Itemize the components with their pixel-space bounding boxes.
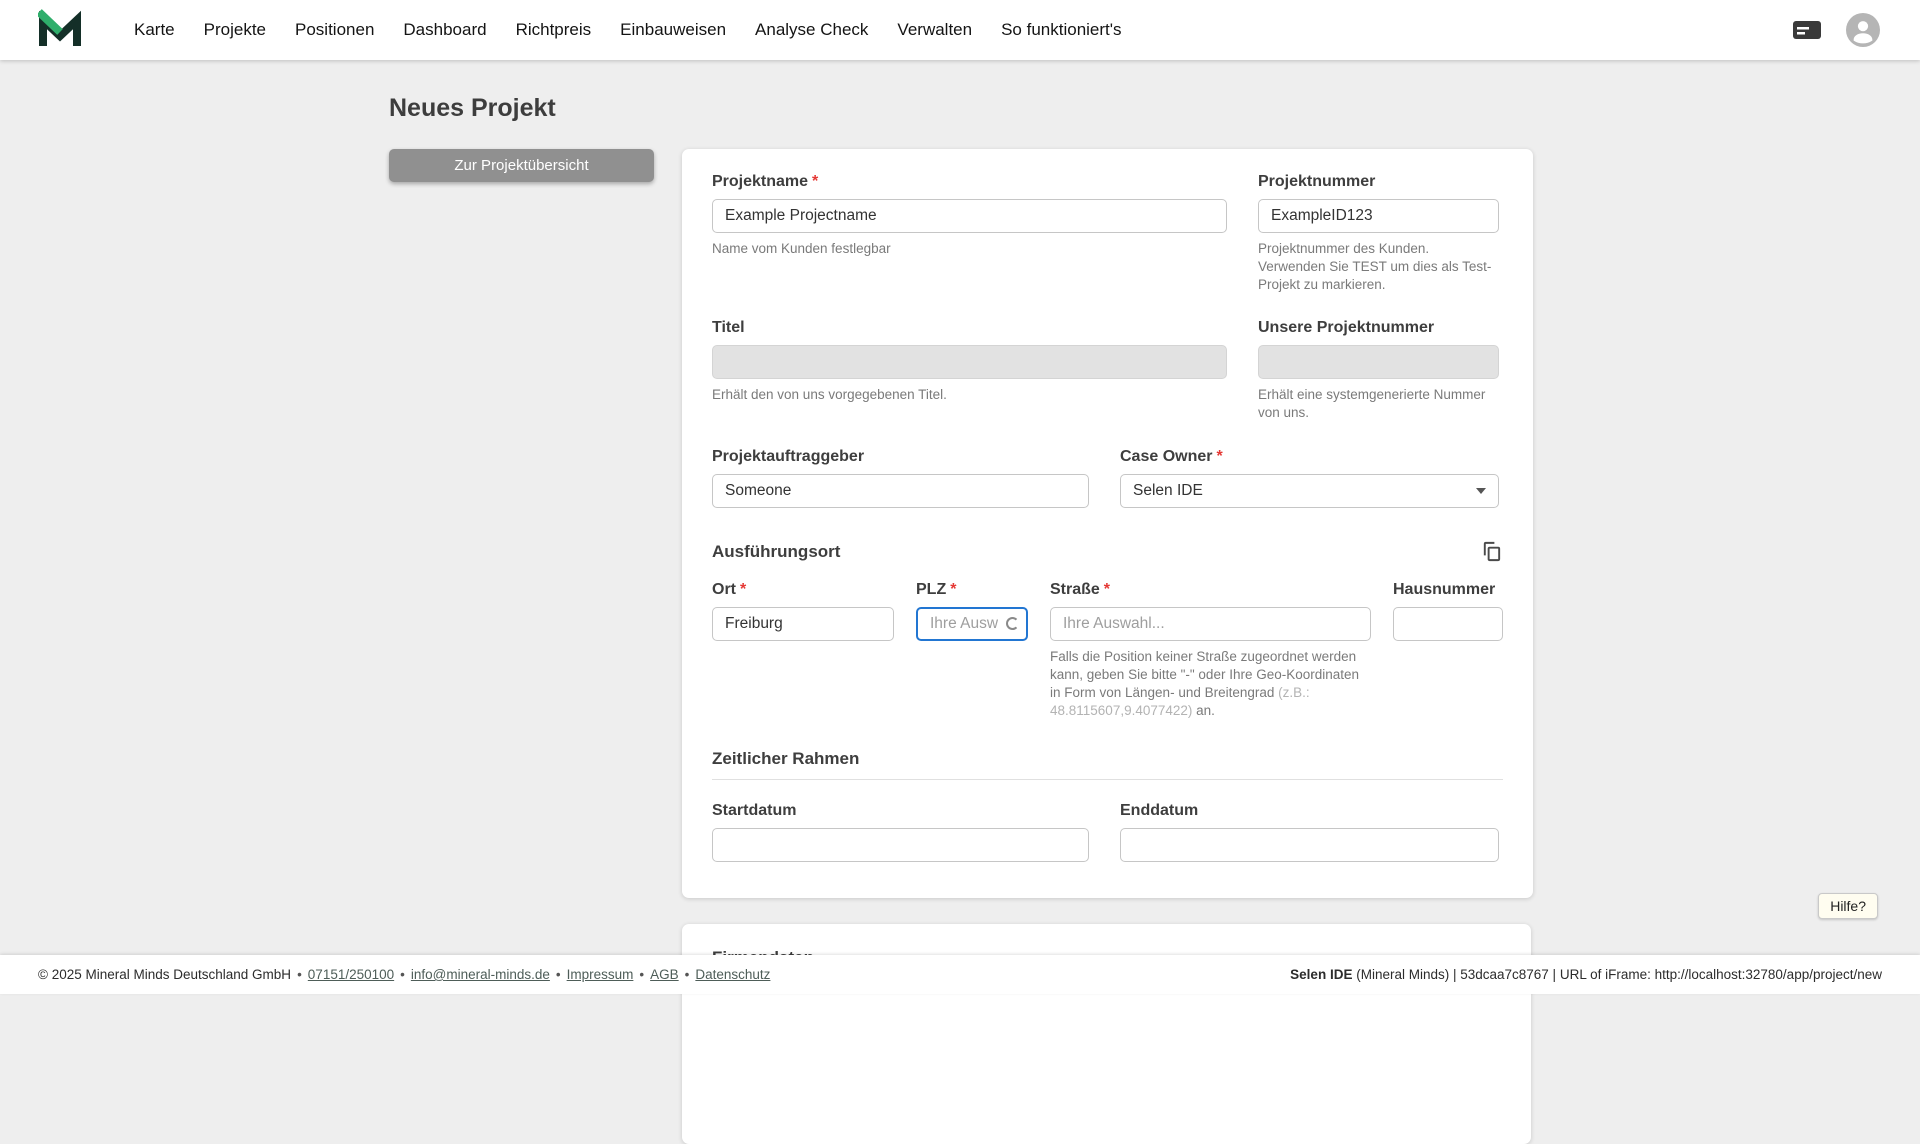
required-asterisk: * <box>950 581 956 598</box>
copyright-text: © 2025 Mineral Minds Deutschland GmbH <box>38 967 291 982</box>
unsere-projektnummer-input <box>1258 345 1499 379</box>
titel-input <box>712 345 1227 379</box>
chevron-down-icon <box>1476 488 1486 494</box>
nav-item-analyse-check[interactable]: Analyse Check <box>755 20 868 40</box>
footer-session-info: Selen IDE (Mineral Minds) | 53dcaa7c8767… <box>1290 967 1882 982</box>
hausnummer-input[interactable] <box>1393 607 1503 641</box>
enddatum-label: Enddatum <box>1120 802 1499 820</box>
strasse-label: Straße* <box>1050 581 1371 599</box>
nav-item-dashboard[interactable]: Dashboard <box>403 20 486 40</box>
case-owner-label: Case Owner* <box>1120 448 1499 466</box>
field-strasse: Straße* Falls die Position keiner Straße… <box>1050 581 1371 719</box>
unsere-projektnummer-label: Unsere Projektnummer <box>1258 319 1499 337</box>
projektname-label: Projektname* <box>712 173 1227 191</box>
nav-right-icons <box>1792 13 1880 47</box>
footer-link-impressum[interactable]: Impressum <box>567 967 634 982</box>
back-to-projects-button[interactable]: Zur Projektübersicht <box>389 149 654 182</box>
hausnummer-label: Hausnummer <box>1393 581 1503 599</box>
user-avatar[interactable] <box>1846 13 1880 47</box>
field-plz: PLZ* <box>916 581 1028 719</box>
brand-logo[interactable] <box>38 8 82 53</box>
field-ort: Ort* <box>712 581 894 719</box>
titel-label: Titel <box>712 319 1227 337</box>
case-owner-value: Selen IDE <box>1133 482 1203 500</box>
footer-link-datenschutz[interactable]: Datenschutz <box>695 967 770 982</box>
nav-item-projekte[interactable]: Projekte <box>204 20 266 40</box>
enddatum-input[interactable] <box>1120 828 1499 862</box>
nav-item-richtpreis[interactable]: Richtpreis <box>516 20 592 40</box>
top-navigation: Karte Projekte Positionen Dashboard Rich… <box>0 0 1920 60</box>
field-startdatum: Startdatum <box>712 802 1089 862</box>
field-case-owner: Case Owner* Selen IDE <box>1120 448 1499 508</box>
titel-helper: Erhält den von uns vorgegebenen Titel. <box>712 386 1227 404</box>
projektname-input[interactable] <box>712 199 1227 233</box>
required-asterisk: * <box>740 581 746 598</box>
copy-icon[interactable] <box>1480 540 1503 563</box>
ausfuehrungsort-heading: Ausführungsort <box>712 542 840 562</box>
mineral-minds-logo-icon <box>38 8 82 53</box>
plz-label: PLZ* <box>916 581 1028 599</box>
strasse-helper: Falls die Position keiner Straße zugeord… <box>1050 648 1371 719</box>
footer-link-phone[interactable]: 07151/250100 <box>308 967 394 982</box>
strasse-input[interactable] <box>1050 607 1371 641</box>
field-projektname: Projektname* Name vom Kunden festlegbar <box>712 173 1227 293</box>
projektnummer-helper: Projektnummer des Kunden. Verwenden Sie … <box>1258 240 1499 293</box>
required-asterisk: * <box>1104 581 1110 598</box>
field-hausnummer: Hausnummer <box>1393 581 1503 719</box>
projektnummer-label: Projektnummer <box>1258 173 1499 191</box>
project-form-card: Projektname* Name vom Kunden festlegbar … <box>682 149 1533 898</box>
projektname-helper: Name vom Kunden festlegbar <box>712 240 1227 258</box>
nav-item-einbauweisen[interactable]: Einbauweisen <box>620 20 726 40</box>
field-projektnummer: Projektnummer Projektnummer des Kunden. … <box>1258 173 1499 293</box>
footer-left: © 2025 Mineral Minds Deutschland GmbH • … <box>38 967 770 982</box>
required-asterisk: * <box>1216 448 1222 465</box>
footer: © 2025 Mineral Minds Deutschland GmbH • … <box>0 955 1920 994</box>
page-title: Neues Projekt <box>389 94 1531 123</box>
nav-item-positionen[interactable]: Positionen <box>295 20 374 40</box>
ort-label: Ort* <box>712 581 894 599</box>
footer-username: Selen IDE <box>1290 967 1352 982</box>
server-icon[interactable] <box>1792 19 1822 41</box>
loading-spinner-icon <box>1006 617 1019 630</box>
help-button[interactable]: Hilfe? <box>1818 893 1878 919</box>
section-divider <box>712 779 1503 780</box>
nav-item-karte[interactable]: Karte <box>134 20 175 40</box>
main-nav: Karte Projekte Positionen Dashboard Rich… <box>134 20 1122 40</box>
startdatum-label: Startdatum <box>712 802 1089 820</box>
field-titel: Titel Erhält den von uns vorgegebenen Ti… <box>712 319 1227 422</box>
nav-item-so-funktionierts[interactable]: So funktioniert's <box>1001 20 1121 40</box>
projektauftraggeber-label: Projektauftraggeber <box>712 448 1089 466</box>
field-enddatum: Enddatum <box>1120 802 1499 862</box>
footer-link-email[interactable]: info@mineral-minds.de <box>411 967 550 982</box>
nav-item-verwalten[interactable]: Verwalten <box>897 20 972 40</box>
footer-link-agb[interactable]: AGB <box>650 967 679 982</box>
field-projektauftraggeber: Projektauftraggeber <box>712 448 1089 508</box>
zeitlicher-rahmen-heading: Zeitlicher Rahmen <box>712 749 1503 769</box>
projektnummer-input[interactable] <box>1258 199 1499 233</box>
case-owner-select[interactable]: Selen IDE <box>1120 474 1499 508</box>
projektauftraggeber-input[interactable] <box>712 474 1089 508</box>
unsere-projektnummer-helper: Erhält eine systemgenerierte Nummer von … <box>1258 386 1499 422</box>
ort-input[interactable] <box>712 607 894 641</box>
required-asterisk: * <box>812 173 818 190</box>
field-unsere-projektnummer: Unsere Projektnummer Erhält eine systemg… <box>1258 319 1499 422</box>
startdatum-input[interactable] <box>712 828 1089 862</box>
